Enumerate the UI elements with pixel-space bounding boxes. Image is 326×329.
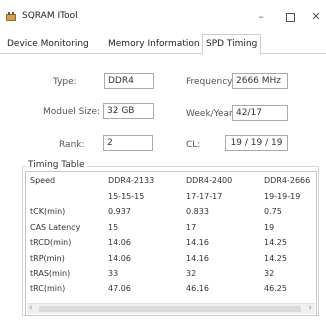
module-size-label: Moduel Size: [43, 107, 101, 117]
rank-label: Rank: [59, 140, 85, 150]
table-cell-ddr4-2133: 15 [108, 223, 119, 232]
timing-table-title: Timing Table [26, 160, 87, 170]
table-cell-ddr4-2666: 19-19-19 [264, 192, 301, 201]
tab-device-monitoring[interactable]: Device Monitoring [4, 36, 92, 54]
table-cell-ddr4-2133: 15-15-15 [108, 192, 145, 201]
table-cell-ddr4-2133: 33 [108, 269, 119, 278]
tab-memory-information[interactable]: Memory Information [105, 36, 203, 54]
table-cell-ddr4-2400: 14.16 [186, 238, 209, 247]
table-cell-ddr4-2133: 47.06 [108, 284, 131, 293]
table-cell-param: tCK(min) [30, 207, 66, 216]
cl-field[interactable]: 19 / 19 / 19 [225, 135, 288, 151]
table-cell-ddr4-2666: 14.25 [264, 238, 287, 247]
table-header-param: Speed [30, 176, 56, 185]
table-header-ddr4-2666: DDR4-2666 [264, 176, 311, 185]
table-cell-ddr4-2400: 14.16 [186, 254, 209, 263]
table-cell-ddr4-2400: 0.833 [186, 207, 209, 216]
app-icon [6, 12, 16, 21]
title-bar[interactable]: SQRAM ITool – ✕ [0, 0, 326, 34]
table-cell-ddr4-2400: 32 [186, 269, 197, 278]
rank-field[interactable]: 2 [103, 135, 153, 151]
table-cell-ddr4-2400: 17 [186, 223, 197, 232]
table-cell-ddr4-2666: 46.25 [264, 284, 287, 293]
scroll-thumb[interactable] [39, 306, 301, 312]
window-title: SQRAM ITool [22, 11, 78, 21]
table-cell-ddr4-2133: 14.06 [108, 254, 131, 263]
timing-table[interactable]: Speed DDR4-2133 DDR4-2400 DDR4-2666 15-15-15… [25, 171, 317, 316]
frequency-label: Frequency: [186, 77, 235, 87]
table-cell-ddr4-2666: 14.25 [264, 254, 287, 263]
app-window: SQRAM ITool – ✕ Device Monitoring Memory… [0, 0, 326, 329]
table-cell-ddr4-2400: 17-17-17 [186, 192, 223, 201]
table-cell-param: CAS Latency [30, 223, 81, 232]
table-cell-param: tRC(min) [30, 284, 66, 293]
table-cell-ddr4-2666: 19 [264, 223, 275, 232]
table-header-ddr4-2400: DDR4-2400 [186, 176, 233, 185]
type-field[interactable]: DDR4 [104, 73, 154, 89]
horizontal-scrollbar[interactable]: ‹ › [27, 303, 315, 314]
close-button[interactable]: ✕ [303, 6, 326, 28]
minimize-icon: – [258, 10, 264, 23]
week-year-field[interactable]: 42/17 [232, 105, 288, 121]
table-cell-ddr4-2133: 0.937 [108, 207, 131, 216]
tab-bar: Device Monitoring Memory Information SPD… [0, 34, 326, 55]
table-cell-ddr4-2400: 46.16 [186, 284, 209, 293]
frequency-field[interactable]: 2666 MHz [232, 73, 288, 89]
maximize-button[interactable] [277, 6, 303, 28]
scroll-right-icon[interactable]: › [308, 303, 312, 314]
type-label: Type: [53, 77, 77, 87]
table-cell-ddr4-2666: 32 [264, 269, 275, 278]
maximize-icon [285, 12, 295, 22]
table-cell-param: tRP(min) [30, 254, 65, 263]
table-cell-ddr4-2133: 14.06 [108, 238, 131, 247]
table-cell-param: tRCD(min) [30, 238, 72, 247]
cl-label: CL: [186, 140, 201, 150]
table-header-ddr4-2133: DDR4-2133 [108, 176, 155, 185]
table-cell-param: tRAS(min) [30, 269, 71, 278]
module-size-field[interactable]: 32 GB [103, 103, 154, 119]
tab-spd-timing[interactable]: SPD Timing [202, 34, 262, 55]
scroll-left-icon[interactable]: ‹ [29, 303, 33, 314]
week-year-label: Week/Year: [186, 109, 236, 119]
minimize-button[interactable]: – [248, 6, 274, 28]
table-cell-ddr4-2666: 0.75 [264, 207, 282, 216]
close-icon: ✕ [311, 10, 321, 23]
